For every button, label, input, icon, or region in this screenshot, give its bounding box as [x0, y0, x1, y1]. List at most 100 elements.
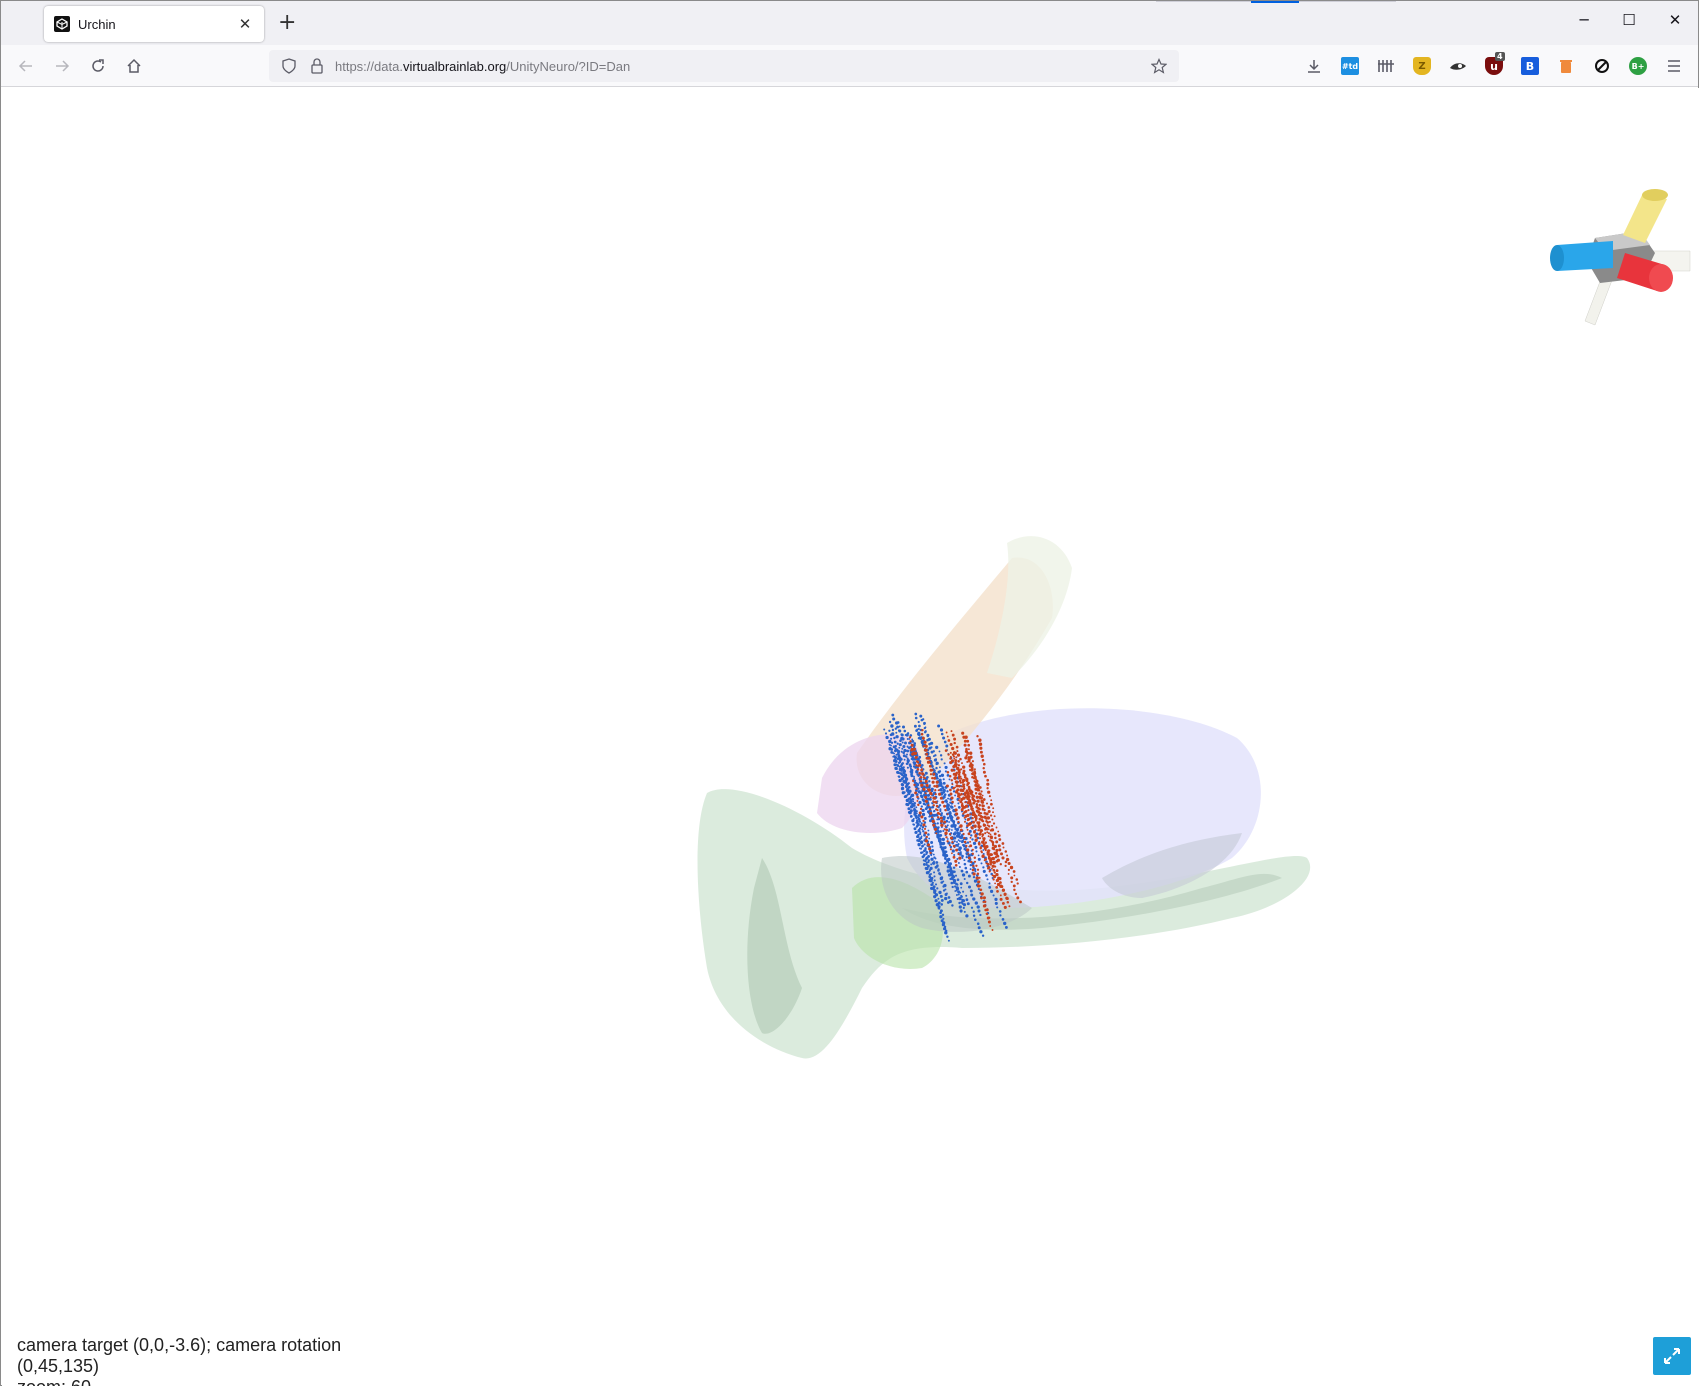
probe-point — [940, 823, 944, 827]
probe-point — [915, 729, 918, 732]
close-icon[interactable]: ✕ — [236, 15, 254, 33]
probe-point — [938, 780, 943, 785]
brain-3d-scene[interactable] — [2, 88, 1699, 1386]
probe-point — [952, 878, 956, 882]
sneaky-extension-icon[interactable] — [1449, 57, 1467, 75]
probe-point — [903, 729, 907, 733]
b-plus-icon[interactable]: B+ — [1629, 57, 1647, 75]
download-icon[interactable] — [1305, 57, 1323, 75]
probe-point — [924, 839, 929, 843]
camera-target-text: camera target (0,0,-3.6); camera rotatio… — [17, 1335, 342, 1355]
probe-point — [976, 922, 980, 925]
unity-webgl-canvas[interactable]: camera target (0,0,-3.6); camera rotatio… — [2, 88, 1699, 1386]
probe-point — [914, 766, 917, 769]
probe-point — [939, 843, 942, 846]
probe-point — [936, 822, 939, 825]
probe-point — [981, 804, 984, 807]
tab-urchin[interactable]: Urchin ✕ — [44, 6, 264, 42]
probe-point — [979, 846, 982, 849]
reload-button[interactable] — [86, 54, 110, 78]
probe-point — [944, 831, 948, 835]
axes-orientation-gizmo[interactable] — [1545, 183, 1695, 328]
probe-point — [906, 745, 909, 748]
probe-point — [963, 847, 966, 851]
probe-point — [989, 833, 992, 836]
probe-point — [898, 743, 902, 747]
probe-point — [957, 802, 960, 805]
plus-icon[interactable]: + — [278, 12, 296, 34]
probe-point — [916, 795, 919, 799]
url-text[interactable]: https://data.virtualbrainlab.org/UnityNe… — [335, 59, 1147, 74]
ublock-icon[interactable]: u 4 — [1485, 52, 1505, 75]
url-bar[interactable]: https://data.virtualbrainlab.org/UnityNe… — [269, 50, 1179, 82]
probe-point — [930, 857, 934, 861]
close-window-button[interactable]: ✕ — [1652, 11, 1698, 29]
probe-point — [966, 739, 970, 743]
probe-point — [902, 766, 905, 769]
probe-point — [972, 841, 977, 846]
probe-point — [966, 796, 970, 801]
probe-point — [932, 800, 936, 804]
probe-point — [953, 840, 956, 843]
td-extension-icon[interactable]: #td — [1341, 57, 1359, 75]
maximize-button[interactable]: ☐ — [1606, 11, 1652, 29]
probe-point — [927, 829, 930, 832]
block-icon[interactable] — [1593, 57, 1611, 75]
cookie-icon[interactable] — [1557, 57, 1575, 75]
probe-point — [978, 742, 983, 746]
probe-point — [974, 775, 977, 779]
probe-point — [973, 830, 976, 833]
bitwarden-icon[interactable]: B — [1521, 57, 1539, 75]
tracking-shield-icon[interactable] — [279, 58, 299, 74]
probe-point — [955, 756, 958, 759]
probe-point — [919, 832, 922, 836]
probe-point — [991, 929, 994, 931]
probe-point — [949, 761, 953, 765]
minimize-button[interactable]: ─ — [1561, 11, 1607, 29]
probe-point — [897, 729, 901, 732]
probe-point — [947, 797, 950, 800]
menu-icon[interactable] — [1665, 57, 1683, 75]
probe-point — [944, 931, 948, 935]
probe-point — [975, 784, 978, 788]
lock-icon[interactable] — [307, 58, 327, 74]
probe-point — [1000, 885, 1004, 889]
probe-point — [919, 780, 923, 783]
probe-point — [940, 758, 943, 761]
forward-button[interactable] — [50, 54, 74, 78]
probe-point — [938, 770, 942, 773]
probe-point — [929, 741, 934, 745]
probe-point — [957, 843, 960, 846]
probe-point — [973, 856, 977, 860]
probe-point — [934, 754, 937, 757]
probe-point — [999, 894, 1002, 897]
probe-point — [953, 776, 957, 780]
probe-point — [937, 869, 940, 872]
fullscreen-button[interactable] — [1653, 1337, 1691, 1375]
probe-point — [959, 909, 963, 913]
home-button[interactable] — [122, 54, 146, 78]
probe-point — [969, 836, 972, 839]
probe-point — [911, 797, 915, 801]
back-button[interactable] — [14, 54, 38, 78]
probe-point — [958, 794, 961, 797]
probe-point — [957, 820, 960, 824]
probe-point — [957, 773, 961, 776]
probe-point — [974, 819, 977, 822]
probe-point — [900, 783, 905, 787]
probe-point — [929, 773, 933, 776]
probe-point — [977, 926, 981, 930]
probe-point — [982, 901, 985, 903]
probe-point — [899, 739, 902, 743]
probe-point — [923, 740, 927, 744]
probe-point — [1003, 921, 1007, 926]
probe-point — [941, 913, 945, 916]
probe-point — [924, 799, 928, 803]
probe-point — [928, 815, 931, 818]
probe-point — [927, 737, 931, 741]
bookmark-star-icon[interactable] — [1147, 58, 1171, 74]
library-icon[interactable] — [1377, 57, 1395, 75]
shield-extension-icon[interactable]: Z — [1413, 57, 1431, 75]
probe-point — [961, 854, 964, 858]
probe-point — [950, 829, 953, 831]
